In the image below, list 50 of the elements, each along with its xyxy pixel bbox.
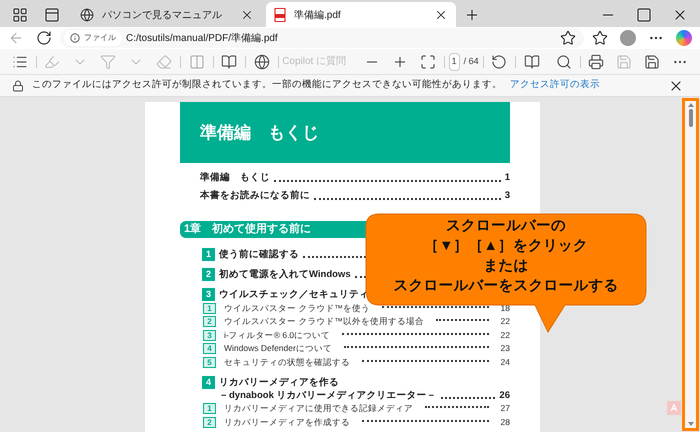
page-number: 28 (500, 416, 510, 428)
permission-message: このファイルにはアクセス許可が制限されています。一部の機能にアクセスできない可能性があります。 (32, 78, 502, 92)
document-title: 準備編 もくじ (200, 122, 319, 144)
chapter-title: 1章 初めて使用する前に (184, 222, 312, 238)
toc-entry: 準備編 もくじ (200, 171, 270, 185)
callout-text: ［▼］［▲］をクリック (424, 237, 588, 256)
section-number: 2 (203, 316, 216, 328)
url-text: C:/tosutils/manual/PDF/準備編.pdf (126, 32, 279, 46)
page-number: 22 (500, 316, 510, 328)
page-number: 26 (499, 388, 510, 402)
section-title: 初めて電源を入れてWindows (219, 268, 351, 281)
subsection-title: ウイルスバスター クラウド™以外を使用する場合 (224, 316, 424, 328)
subsection-title: セキュリティの状態を確認する (224, 356, 350, 368)
callout-text: スクロールバーの (446, 217, 566, 236)
page-number-field[interactable]: 1 (448, 52, 460, 70)
browser-tab[interactable]: パソコンで見るマニュアル (72, 2, 262, 28)
callout-text: スクロールバーをスクロールする (394, 277, 618, 296)
view-permissions-link[interactable]: アクセス許可の表示 (510, 78, 600, 93)
section-number: 1 (202, 248, 215, 261)
site-info-button[interactable]: ファイル (64, 30, 122, 46)
section-number: 2 (203, 416, 216, 428)
subsection-title: リカバリーメディアを作成する (224, 416, 350, 428)
callout-text: または (484, 257, 528, 276)
subsection-title: Windows Defenderについて (224, 343, 332, 354)
section-title: 使う前に確認する (219, 248, 299, 261)
section-number: 3 (203, 330, 216, 341)
page-number: 22 (500, 330, 510, 341)
page-total: / 64 (464, 54, 479, 68)
subsection-title: i-フィルター® 6.0について (224, 330, 330, 341)
section-number: 1 (203, 403, 216, 414)
tab-title: パソコンで見るマニュアル (102, 8, 223, 22)
section-number: 4 (203, 343, 216, 354)
address-field[interactable]: ファイル C:/tosutils/manual/PDF/準備編.pdf (60, 28, 584, 48)
page-number: 24 (500, 356, 510, 368)
page-number: 1 (504, 171, 510, 185)
page-number: 3 (504, 189, 510, 203)
section-title: リカバリーメディアを作る (219, 376, 339, 388)
subsection-title: ウイルスバスター クラウド™を使う (224, 302, 370, 314)
page-number: 27 (500, 403, 510, 414)
section-number: 5 (203, 356, 216, 368)
section-number: 1 (203, 302, 216, 314)
section-number: 2 (202, 268, 215, 281)
tab-title: 準備編.pdf (294, 8, 342, 22)
toc-entry: 本書をお読みになる前に (200, 189, 310, 203)
page-number: 23 (500, 343, 510, 354)
section-number: 4 (202, 376, 215, 388)
subsection-title: リカバリーメディアに使用できる記録メディア (224, 403, 413, 414)
browser-tab[interactable]: 準備編.pdf (266, 2, 456, 28)
section-title: －dynabook リカバリーメディアクリエーター－ (219, 388, 437, 402)
section-number: 3 (202, 288, 215, 301)
